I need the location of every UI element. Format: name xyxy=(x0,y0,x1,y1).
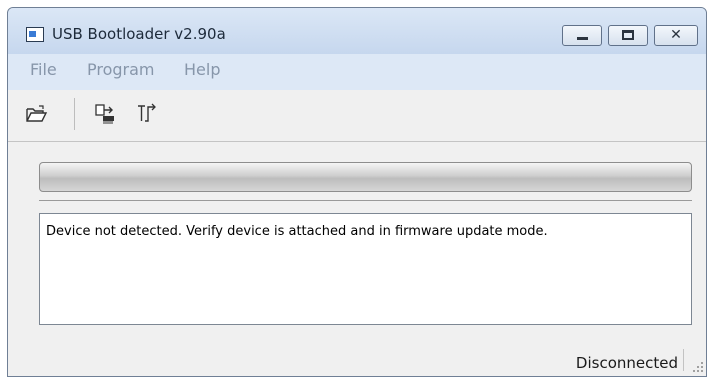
menu-bar: File Program Help xyxy=(8,54,706,90)
minimize-button[interactable] xyxy=(562,25,602,46)
close-icon: ✕ xyxy=(670,27,682,43)
toolbar-separator xyxy=(74,98,75,130)
resize-grip-icon[interactable] xyxy=(693,362,703,372)
window-title: USB Bootloader v2.90a xyxy=(52,25,226,43)
open-file-button[interactable] xyxy=(22,100,52,128)
log-text: Device not detected. Verify device is at… xyxy=(46,224,548,239)
close-button[interactable]: ✕ xyxy=(654,25,698,46)
menu-program[interactable]: Program xyxy=(87,60,155,79)
toolbar xyxy=(8,90,706,142)
log-output[interactable]: Device not detected. Verify device is at… xyxy=(39,213,692,325)
program-device-icon xyxy=(95,104,114,124)
maximize-icon xyxy=(622,30,634,40)
title-bar[interactable]: USB Bootloader v2.90a ✕ xyxy=(8,8,706,54)
divider xyxy=(39,200,692,201)
connection-status: Disconnected xyxy=(575,354,678,372)
app-window: USB Bootloader v2.90a ✕ File Program Hel… xyxy=(7,7,707,377)
minimize-icon xyxy=(577,37,588,40)
client-area: Device not detected. Verify device is at… xyxy=(8,90,706,376)
app-icon xyxy=(26,27,44,42)
reset-device-button[interactable] xyxy=(132,100,162,128)
open-folder-icon xyxy=(26,105,48,122)
program-device-button[interactable] xyxy=(91,100,121,128)
menu-help[interactable]: Help xyxy=(184,60,220,79)
reset-device-icon xyxy=(138,103,156,122)
status-separator xyxy=(683,349,684,371)
maximize-button[interactable] xyxy=(608,25,648,46)
menu-file[interactable]: File xyxy=(30,60,57,79)
progress-bar xyxy=(39,162,692,192)
